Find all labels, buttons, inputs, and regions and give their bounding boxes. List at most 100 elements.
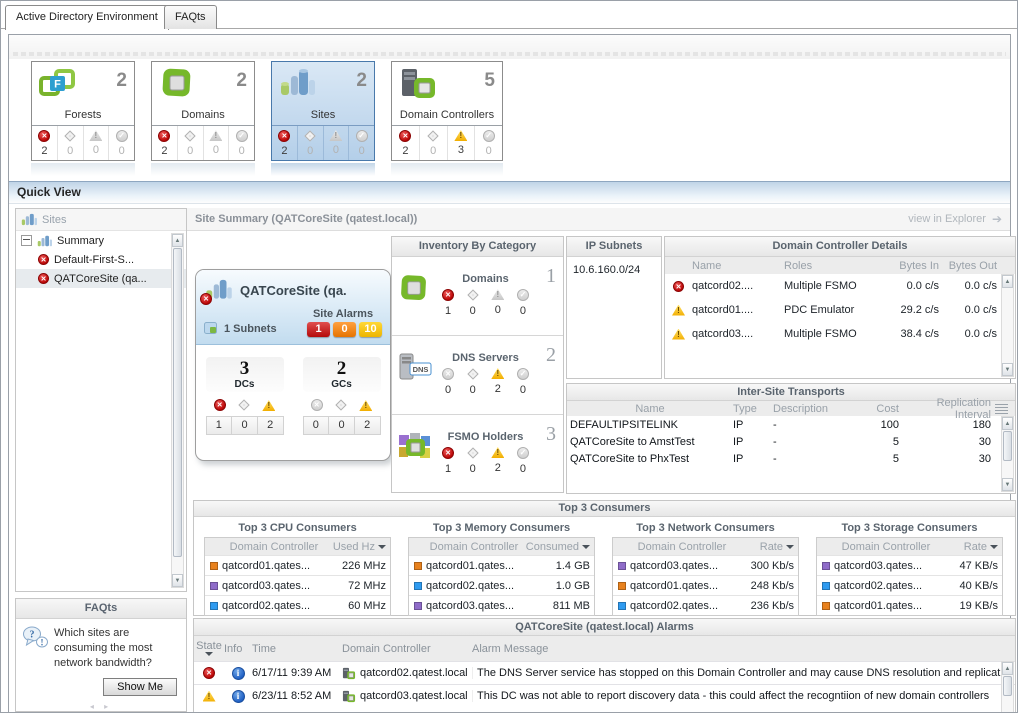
status-error-cell[interactable]: 2 bbox=[272, 126, 297, 160]
tree-item-qatcoresite[interactable]: QATCoreSite (qa... bbox=[16, 269, 186, 288]
collapse-icon[interactable] bbox=[21, 235, 32, 246]
scroll-down-arrow[interactable]: ▼ bbox=[1002, 478, 1013, 491]
transports-scrollbar[interactable]: ▲ ▼ bbox=[1001, 416, 1014, 492]
dc-details-scrollbar[interactable]: ▲ ▼ bbox=[1001, 274, 1014, 377]
scroll-up-arrow[interactable]: ▲ bbox=[1002, 275, 1013, 288]
status-normal-cell[interactable]: 0 bbox=[228, 126, 254, 160]
col-replication-interval[interactable]: Replication Interval bbox=[899, 397, 991, 421]
tree-item-summary[interactable]: Summary bbox=[16, 231, 186, 250]
col-domain-controller[interactable]: Domain Controller bbox=[630, 541, 734, 553]
tile-domains[interactable]: 2 Domains 2 0 0 0 bbox=[151, 61, 255, 161]
col-time[interactable]: Time bbox=[252, 643, 342, 655]
col-description[interactable]: Description bbox=[773, 403, 857, 415]
consumer-row[interactable]: qatcord03.qates... 47 KB/s bbox=[817, 555, 1002, 575]
top-consumers-header: Top 3 Consumers bbox=[194, 501, 1015, 517]
status-warning-cell[interactable]: 3 bbox=[446, 126, 475, 160]
alarms-scrollbar[interactable]: ▲ bbox=[1001, 661, 1014, 712]
col-roles[interactable]: Roles bbox=[784, 260, 881, 272]
status-normal-cell[interactable]: 0 bbox=[348, 126, 374, 160]
scroll-down-arrow[interactable]: ▼ bbox=[172, 574, 183, 587]
col-bytes-in[interactable]: Bytes In bbox=[881, 260, 939, 272]
status-normal-cell[interactable]: 0 bbox=[474, 126, 502, 160]
status-unknown-cell[interactable]: 0 bbox=[56, 126, 83, 160]
col-type[interactable]: Type bbox=[733, 403, 773, 415]
dc-row[interactable]: qatcord02.... Multiple FSMO 0.0 c/s 0.0 … bbox=[665, 274, 1015, 298]
inventory-item-domains[interactable]: Domains 1 1 0 0 0 bbox=[392, 257, 563, 336]
fatal-alarm-badge[interactable]: 1 bbox=[307, 322, 330, 337]
error-icon bbox=[38, 254, 49, 266]
critical-alarm-badge[interactable]: 0 bbox=[333, 322, 356, 337]
col-used-hz[interactable]: Used Hz bbox=[326, 541, 390, 553]
col-consumed[interactable]: Consumed bbox=[522, 541, 594, 553]
status-warning-cell[interactable]: 0 bbox=[202, 126, 229, 160]
inventory-item-fsmo-holders[interactable]: FSMO Holders 3 1 0 2 0 bbox=[392, 415, 563, 493]
inventory-panel: Inventory By Category Domains 1 1 bbox=[391, 236, 564, 493]
consumer-row[interactable]: qatcord02.qates... 1.0 GB bbox=[409, 575, 594, 595]
tree-item-default-first-site[interactable]: Default-First-S... bbox=[16, 250, 186, 269]
show-me-button[interactable]: Show Me bbox=[103, 678, 177, 696]
col-cost[interactable]: Cost bbox=[857, 403, 899, 415]
site-card-qatcoresite[interactable]: QATCoreSite (qa. 1 Subnets bbox=[195, 269, 391, 461]
dc-row[interactable]: qatcord03.... Multiple FSMO 38.4 c/s 0.0… bbox=[665, 322, 1015, 346]
col-info[interactable]: Info bbox=[224, 643, 252, 655]
consumer-row[interactable]: qatcord02.qates... 40 KB/s bbox=[817, 575, 1002, 595]
transport-row[interactable]: QATCoreSite to AmstTest IP - 5 30 bbox=[567, 433, 1015, 450]
status-unknown-cell[interactable]: 0 bbox=[176, 126, 203, 160]
col-rate[interactable]: Rate bbox=[734, 541, 798, 553]
consumer-row[interactable]: qatcord02.qates... 236 Kb/s bbox=[613, 595, 798, 615]
tab-active-directory-environment[interactable]: Active Directory Environment bbox=[5, 5, 169, 30]
inventory-item-dns-servers[interactable]: DNS DNS Servers 2 0 0 2 0 bbox=[392, 336, 563, 415]
scroll-thumb[interactable] bbox=[1003, 676, 1012, 696]
scroll-up-arrow[interactable]: ▲ bbox=[172, 234, 183, 247]
transport-row[interactable]: QATCoreSite to PhxTest IP - 5 30 bbox=[567, 450, 1015, 467]
col-domain-controller[interactable]: Domain Controller bbox=[834, 541, 938, 553]
status-warning-cell[interactable]: 0 bbox=[82, 126, 109, 160]
transport-row[interactable]: DEFAULTIPSITELINK IP - 100 180 bbox=[567, 416, 1015, 433]
consumer-row[interactable]: qatcord03.qates... 72 MHz bbox=[205, 575, 390, 595]
col-rate[interactable]: Rate bbox=[938, 541, 1002, 553]
col-name[interactable]: Name bbox=[567, 403, 733, 415]
info-icon[interactable] bbox=[231, 689, 245, 703]
sites-icon bbox=[37, 235, 52, 247]
view-in-explorer-link[interactable]: view in Explorer ➔ bbox=[908, 212, 1002, 226]
column-chooser-icon[interactable] bbox=[995, 403, 1008, 414]
status-unknown-cell[interactable]: 0 bbox=[296, 126, 323, 160]
scroll-up-arrow[interactable]: ▲ bbox=[1002, 417, 1013, 430]
tile-count: 2 bbox=[236, 70, 247, 91]
status-unknown-cell[interactable]: 0 bbox=[418, 126, 447, 160]
scroll-down-arrow[interactable]: ▼ bbox=[1002, 363, 1013, 376]
alarm-row[interactable]: 6/17/11 9:39 AM qatcord02.qatest.local T… bbox=[194, 661, 1015, 684]
consumer-row[interactable]: qatcord03.qates... 300 Kb/s bbox=[613, 555, 798, 575]
tile-sites[interactable]: 2 Sites 2 0 0 0 bbox=[271, 61, 375, 161]
consumer-row[interactable]: qatcord01.qates... 226 MHz bbox=[205, 555, 390, 575]
col-domain-controller[interactable]: Domain Controller bbox=[426, 541, 522, 553]
status-error-cell[interactable]: 2 bbox=[152, 126, 177, 160]
tab-faqts[interactable]: FAQts bbox=[164, 5, 217, 29]
consumer-row[interactable]: qatcord01.qates... 1.4 GB bbox=[409, 555, 594, 575]
consumer-row[interactable]: qatcord01.qates... 248 Kb/s bbox=[613, 575, 798, 595]
status-warning-cell[interactable]: 0 bbox=[322, 126, 349, 160]
col-alarm-message[interactable]: Alarm Message bbox=[472, 643, 1001, 655]
col-bytes-out[interactable]: Bytes Out bbox=[939, 260, 999, 272]
scroll-up-arrow[interactable]: ▲ bbox=[1002, 662, 1013, 675]
col-domain-controller[interactable]: Domain Controller bbox=[342, 643, 472, 655]
warning-alarm-badge[interactable]: 10 bbox=[359, 322, 382, 337]
status-error-cell[interactable]: 2 bbox=[392, 126, 419, 160]
col-domain-controller[interactable]: Domain Controller bbox=[222, 541, 326, 553]
alarm-row[interactable]: 6/23/11 8:52 AM qatcord03.qatest.local T… bbox=[194, 684, 1015, 707]
dc-row[interactable]: qatcord01.... PDC Emulator 29.2 c/s 0.0 … bbox=[665, 298, 1015, 322]
tile-forests[interactable]: F 2 Forests 2 0 0 0 bbox=[31, 61, 135, 161]
scroll-thumb[interactable] bbox=[173, 248, 182, 557]
info-icon[interactable] bbox=[231, 666, 245, 680]
faq-pagination[interactable]: ◂ ▸ bbox=[16, 702, 186, 711]
status-error-cell[interactable]: 2 bbox=[32, 126, 57, 160]
tile-domain-controllers[interactable]: 5 Domain Controllers 2 0 3 0 bbox=[391, 61, 503, 161]
col-state[interactable]: State bbox=[194, 641, 224, 656]
consumer-row[interactable]: qatcord03.qates... 811 MB bbox=[409, 595, 594, 615]
scroll-thumb[interactable] bbox=[1003, 431, 1012, 461]
col-name[interactable]: Name bbox=[692, 260, 784, 272]
tree-scrollbar[interactable]: ▲ ▼ bbox=[171, 233, 184, 588]
consumer-row[interactable]: qatcord01.qates... 19 KB/s bbox=[817, 595, 1002, 615]
consumer-row[interactable]: qatcord02.qates... 60 MHz bbox=[205, 595, 390, 615]
status-normal-cell[interactable]: 0 bbox=[108, 126, 134, 160]
